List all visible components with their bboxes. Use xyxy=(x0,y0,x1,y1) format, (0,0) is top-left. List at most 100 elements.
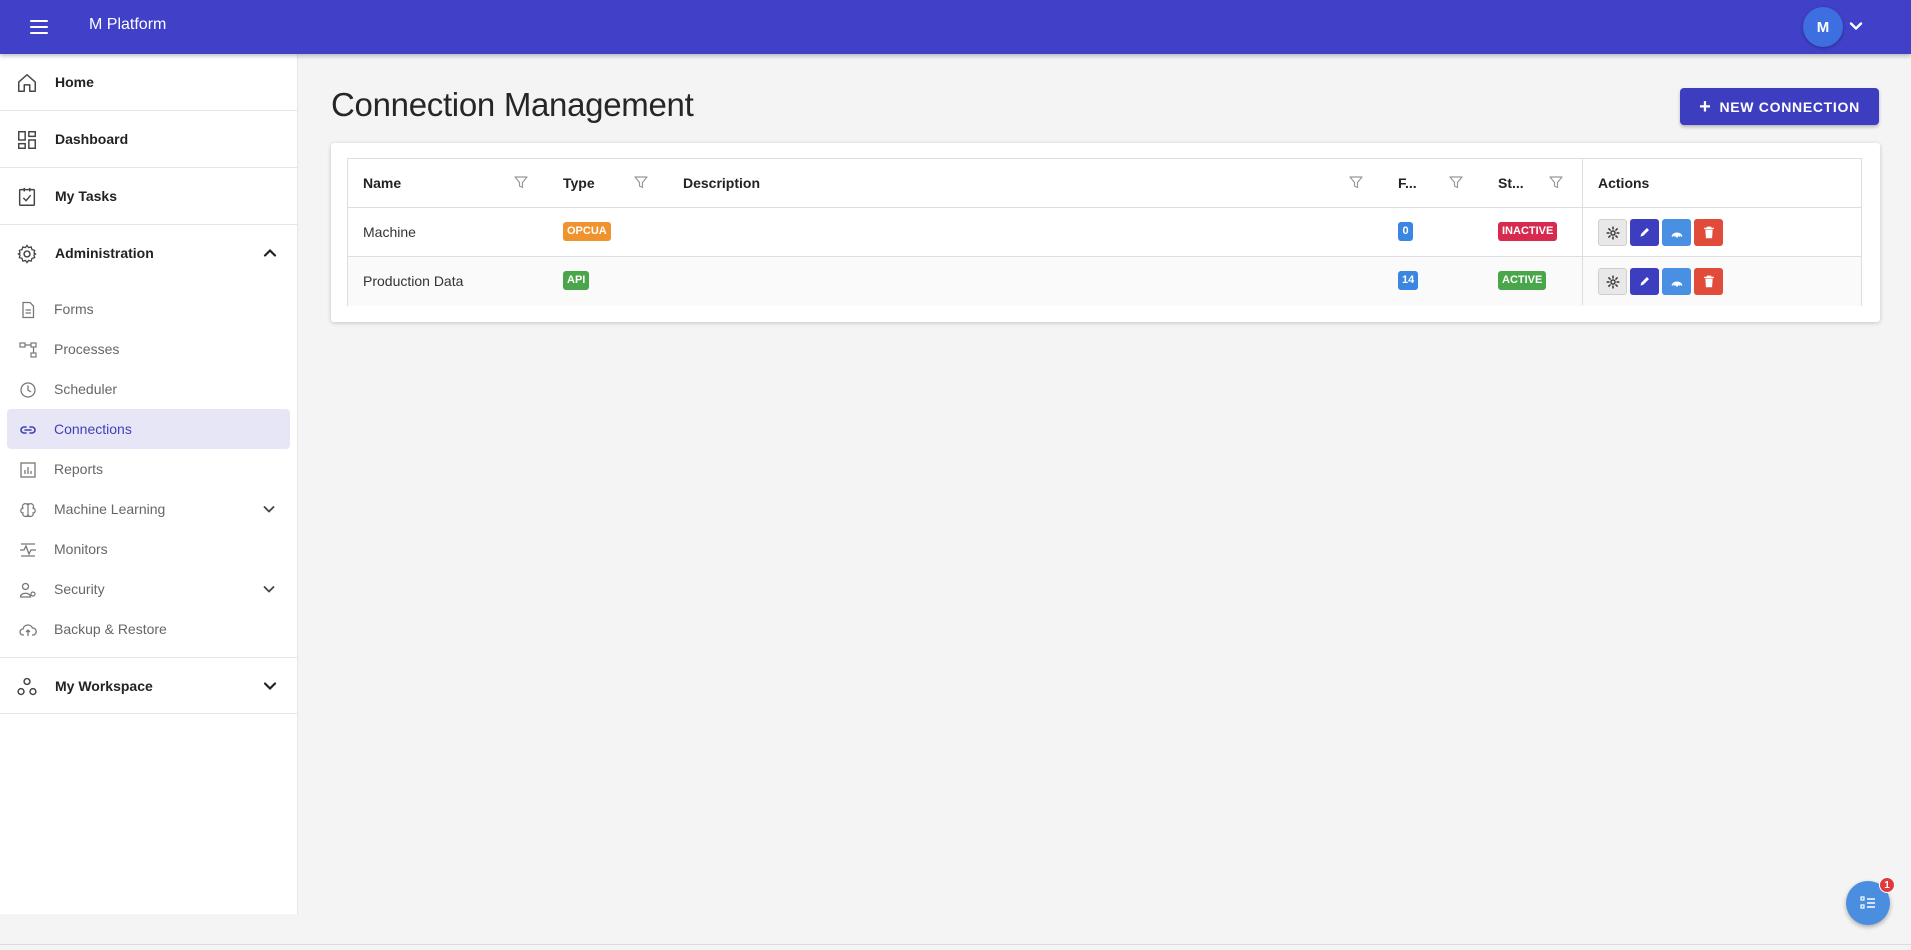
pencil-icon xyxy=(1640,277,1649,286)
brain-icon xyxy=(20,503,36,518)
gear-icon xyxy=(17,244,37,264)
document-icon xyxy=(22,301,35,319)
chevron-down-icon[interactable] xyxy=(260,580,278,598)
test-connection-button[interactable] xyxy=(1662,268,1691,295)
sidebar-item-security[interactable]: Security xyxy=(7,569,290,609)
security-icon xyxy=(19,582,36,598)
connections-table: Name Type Description F... St... Actions… xyxy=(347,158,1862,306)
sidebar-item-label: Scheduler xyxy=(54,381,118,397)
sidebar-item-reports[interactable]: Reports xyxy=(7,449,290,489)
sidebar-item-home[interactable]: Home xyxy=(0,54,298,111)
table-header-row: Name Type Description F... St... Actions xyxy=(348,159,1861,208)
monitor-icon xyxy=(20,543,36,557)
signal-icon xyxy=(1670,232,1683,238)
status-badge: INACTIVE xyxy=(1498,222,1558,241)
page-title: Connection Management xyxy=(331,86,694,123)
sidebar-item-label: Processes xyxy=(54,341,120,357)
sidebar-item-dashboard[interactable]: Dashboard xyxy=(0,111,298,168)
gear-icon xyxy=(1605,225,1620,240)
chevron-down-icon[interactable] xyxy=(260,676,280,696)
column-header-f[interactable]: F... xyxy=(1398,175,1417,191)
tasks-icon xyxy=(18,187,36,206)
notification-badge: 1 xyxy=(1879,877,1895,893)
trash-icon xyxy=(1703,275,1714,288)
sidebar-item-forms[interactable]: Forms xyxy=(7,289,290,329)
checklist-icon xyxy=(1860,896,1875,909)
chevron-down-icon[interactable] xyxy=(260,500,278,518)
sidebar-item-machine-learning[interactable]: Machine Learning xyxy=(7,489,290,529)
edit-button[interactable] xyxy=(1630,219,1659,246)
settings-button[interactable] xyxy=(1598,219,1627,246)
app-title: M Platform xyxy=(89,16,167,33)
column-header-actions: Actions xyxy=(1598,175,1650,191)
sidebar-item-label: Dashboard xyxy=(55,131,129,147)
hamburger-menu-icon[interactable] xyxy=(26,15,52,39)
signal-icon xyxy=(1670,281,1683,287)
sidebar-item-label: My Workspace xyxy=(55,678,153,694)
sidebar-item-processes[interactable]: Processes xyxy=(7,329,290,369)
table-row[interactable]: Machine OPCUA 0 INACTIVE xyxy=(348,208,1861,257)
filter-icon[interactable] xyxy=(1348,174,1364,190)
sidebar-item-label: Connections xyxy=(54,421,132,437)
sidebar-item-administration[interactable]: Administration xyxy=(0,225,298,282)
filter-icon[interactable] xyxy=(1548,174,1564,190)
column-header-name[interactable]: Name xyxy=(363,175,401,191)
home-icon xyxy=(18,74,36,92)
sidebar-item-label: Forms xyxy=(54,301,94,317)
filter-icon[interactable] xyxy=(633,174,649,190)
sidebar-item-my-tasks[interactable]: My Tasks xyxy=(0,168,298,225)
sidebar-item-monitors[interactable]: Monitors xyxy=(7,529,290,569)
type-badge: OPCUA xyxy=(563,222,611,241)
divider xyxy=(0,944,1911,945)
count-badge: 14 xyxy=(1398,271,1419,290)
pencil-icon xyxy=(1640,228,1649,237)
sidebar-item-label: Administration xyxy=(55,245,154,261)
sidebar-item-my-workspace[interactable]: My Workspace xyxy=(0,657,298,714)
trash-icon xyxy=(1703,226,1714,239)
sidebar-item-scheduler[interactable]: Scheduler xyxy=(7,369,290,409)
settings-button[interactable] xyxy=(1598,268,1627,295)
gear-icon xyxy=(1605,274,1620,289)
sidebar-item-backup-restore[interactable]: Backup & Restore xyxy=(7,609,290,649)
sidebar-item-label: Security xyxy=(54,581,105,597)
count-badge: 0 xyxy=(1398,222,1413,241)
process-icon xyxy=(19,342,37,358)
sidebar-item-label: Machine Learning xyxy=(54,501,166,517)
new-connection-label: NEW CONNECTION xyxy=(1719,98,1860,115)
report-icon xyxy=(20,462,36,478)
link-icon xyxy=(20,426,36,434)
actions-column-divider xyxy=(1582,159,1583,305)
sidebar-item-label: Monitors xyxy=(54,541,108,557)
column-header-description[interactable]: Description xyxy=(683,175,760,191)
avatar[interactable]: M xyxy=(1803,7,1843,47)
edit-button[interactable] xyxy=(1630,268,1659,295)
delete-button[interactable] xyxy=(1694,219,1723,246)
clock-icon xyxy=(20,382,36,398)
workspace-icon xyxy=(17,677,37,696)
dashboard-icon xyxy=(18,131,36,149)
column-header-status[interactable]: St... xyxy=(1498,175,1524,191)
delete-button[interactable] xyxy=(1694,268,1723,295)
sidebar-item-label: Backup & Restore xyxy=(54,621,167,637)
new-connection-button[interactable]: + NEW CONNECTION xyxy=(1680,88,1879,125)
plus-icon: + xyxy=(1699,95,1712,118)
connections-card: Name Type Description F... St... Actions… xyxy=(331,143,1880,322)
table-row[interactable]: Production Data API 14 ACTIVE xyxy=(348,257,1861,306)
sidebar: Home Dashboard My Tasks Administration F… xyxy=(0,54,298,914)
sidebar-item-connections[interactable]: Connections xyxy=(7,409,290,449)
column-header-type[interactable]: Type xyxy=(563,175,595,191)
sidebar-item-label: Reports xyxy=(54,461,104,477)
cloud-icon xyxy=(19,624,37,636)
connection-name: Machine xyxy=(363,224,416,240)
top-app-bar: M Platform M xyxy=(0,0,1911,54)
status-badge: ACTIVE xyxy=(1498,271,1547,290)
filter-icon[interactable] xyxy=(1448,174,1464,190)
test-connection-button[interactable] xyxy=(1662,219,1691,246)
connection-name: Production Data xyxy=(363,273,464,289)
chevron-down-icon[interactable] xyxy=(1846,16,1866,36)
sidebar-item-label: Home xyxy=(55,74,94,90)
chevron-up-icon[interactable] xyxy=(260,243,280,263)
type-badge: API xyxy=(563,271,590,290)
sidebar-item-label: My Tasks xyxy=(55,188,117,204)
filter-icon[interactable] xyxy=(513,174,529,190)
